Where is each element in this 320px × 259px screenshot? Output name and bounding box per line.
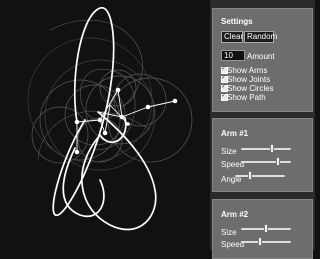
drawing-canvas[interactable]: [0, 0, 210, 250]
joint: [172, 98, 178, 104]
arm-line: [76, 119, 101, 123]
amount-label: Amount: [247, 52, 275, 61]
slider-track: [235, 175, 285, 177]
settings-panel: Settings Clear Random 10 Amount Show Arm…: [212, 8, 313, 112]
slider-thumb[interactable]: [269, 144, 274, 153]
random-button[interactable]: Random: [244, 31, 277, 43]
arm-1-title: Arm #1: [221, 129, 249, 138]
slider-thumb[interactable]: [264, 224, 268, 233]
slider-thumb[interactable]: [258, 237, 263, 246]
slider-track: [241, 241, 291, 243]
arm-circle: [27, 37, 153, 163]
slider-track: [241, 161, 291, 163]
joint: [115, 87, 121, 93]
arm-1-speed-slider[interactable]: [241, 157, 291, 166]
slider-thumb[interactable]: [247, 171, 252, 180]
arm-1-size-label: Size: [221, 147, 237, 156]
arm-2-size-slider[interactable]: [241, 224, 291, 233]
arm-1-panel: Arm #1 Size Speed Angle: [212, 118, 313, 192]
amount-input[interactable]: 10: [221, 50, 245, 61]
arm-circle: [107, 77, 193, 163]
arm-2-speed-slider[interactable]: [241, 237, 291, 246]
show-circles-label: Show Circles: [227, 84, 274, 93]
arm-1-size-slider[interactable]: [241, 144, 291, 153]
control-sidebar: Settings Clear Random 10 Amount Show Arm…: [210, 0, 315, 259]
joint: [145, 104, 151, 110]
settings-title: Settings: [221, 17, 253, 26]
slider-track: [241, 148, 291, 150]
spirograph-drawing: [27, 6, 193, 231]
slider-thumb[interactable]: [275, 157, 280, 166]
show-path-label: Show Path: [227, 93, 266, 102]
show-arms-label: Show Arms: [227, 66, 268, 75]
arm-line: [117, 89, 123, 118]
arm-circle: [77, 117, 123, 163]
joint: [102, 130, 108, 136]
joint: [126, 122, 130, 126]
joint: [74, 119, 80, 125]
arm-2-panel: Arm #2 Size Speed: [212, 199, 313, 259]
arm-2-size-label: Size: [221, 228, 237, 237]
path-trace: [52, 6, 157, 231]
show-joints-label: Show Joints: [227, 75, 271, 84]
arm-2-title: Arm #2: [221, 210, 249, 219]
joint: [74, 149, 80, 155]
joint: [97, 117, 103, 123]
clear-button[interactable]: Clear: [221, 31, 243, 43]
joint: [119, 114, 125, 120]
arm-1-angle-slider[interactable]: [235, 171, 285, 180]
